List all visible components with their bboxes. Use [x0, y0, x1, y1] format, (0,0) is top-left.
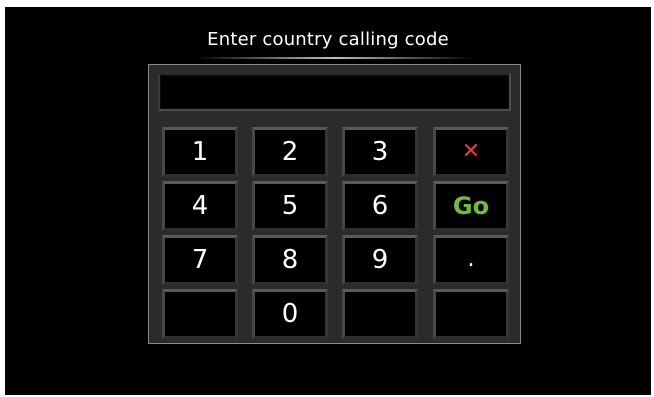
key-8[interactable]: 8: [252, 235, 328, 285]
code-display-field[interactable]: [158, 73, 511, 111]
title-underline: [195, 57, 475, 59]
key-0[interactable]: 0: [252, 289, 328, 339]
key-empty-left[interactable]: [162, 289, 238, 339]
key-dot[interactable]: .: [433, 235, 509, 285]
key-3[interactable]: 3: [342, 127, 418, 177]
key-empty-middle[interactable]: [342, 289, 418, 339]
keypad-panel: 1 2 3 ✕ 4 5 6 Go 7 8 9 . 0: [148, 64, 521, 344]
key-4[interactable]: 4: [162, 181, 238, 231]
key-6[interactable]: 6: [342, 181, 418, 231]
page-title: Enter country calling code: [207, 29, 449, 50]
close-icon: ✕: [461, 139, 481, 164]
clear-button[interactable]: ✕: [433, 127, 509, 177]
key-2[interactable]: 2: [252, 127, 328, 177]
go-button[interactable]: Go: [433, 181, 509, 231]
key-9[interactable]: 9: [342, 235, 418, 285]
key-empty-right[interactable]: [433, 289, 509, 339]
key-1[interactable]: 1: [162, 127, 238, 177]
key-7[interactable]: 7: [162, 235, 238, 285]
key-5[interactable]: 5: [252, 181, 328, 231]
calling-code-screen: Enter country calling code 1 2 3 ✕ 4 5 6…: [5, 7, 651, 395]
